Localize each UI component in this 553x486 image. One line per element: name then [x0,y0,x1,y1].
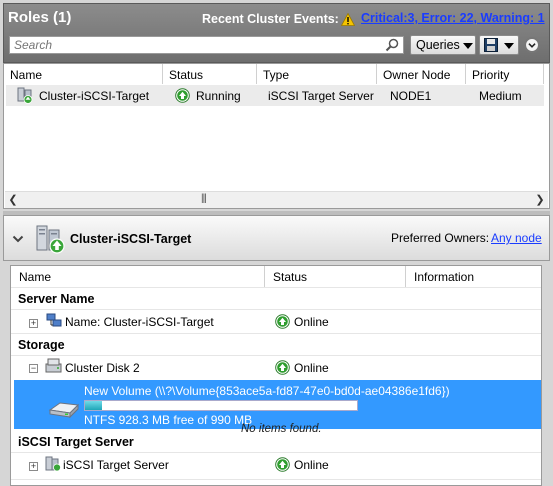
queries-label: Queries [416,38,460,52]
group-storage: Storage [18,338,65,352]
divider [11,333,541,334]
scroll-left-icon[interactable]: ❮ [5,192,21,208]
scroll-thumb-grip[interactable]: ||| [201,193,207,204]
collapse-icon[interactable] [524,37,540,53]
divider [11,452,541,453]
server-name-status: Online [294,315,329,329]
iscsi-target-server-status: Online [294,458,329,472]
running-status-icon [175,88,190,103]
volume-usage-fill [85,401,102,410]
save-icon [484,38,498,52]
column-header-name[interactable]: Name [11,266,265,287]
chevron-down-icon[interactable] [12,235,24,243]
search-box[interactable] [9,36,404,54]
collapse-icon[interactable]: − [29,364,38,373]
role-status: Running [196,89,241,103]
resources-table: Name Status Information Server Name + Na… [10,265,542,486]
chevron-down-icon [463,43,473,49]
column-header-information[interactable]: Information [406,266,541,287]
table-row[interactable]: Cluster-iSCSI-Target Running iSCSI Targe… [6,85,544,106]
cluster-disk-status: Online [294,361,329,375]
details-title: Cluster-iSCSI-Target [70,232,192,246]
role-owner-node: NODE1 [390,89,432,103]
role-name: Cluster-iSCSI-Target [39,89,150,103]
iscsi-server-icon [45,456,61,472]
column-header-status[interactable]: Status [265,266,406,287]
preferred-owners-link[interactable]: Any node [491,231,542,245]
column-header-status[interactable]: Status [163,64,257,84]
chevron-down-icon [504,43,514,49]
volume-name: New Volume (\\?\Volume{853ace5a-fd87-47e… [84,384,450,398]
cluster-disk-item[interactable]: Cluster Disk 2 [65,361,140,375]
roles-table: Name Status Type Owner Node Priority Clu… [3,63,550,209]
recent-events-label: Recent Cluster Events: [202,12,339,26]
cluster-disk-icon [45,358,62,373]
cluster-role-icon [17,87,33,104]
group-server-name: Server Name [18,292,95,306]
cluster-events-link[interactable]: Critical:3, Error: 22, Warning: 1 [361,11,545,25]
search-icon[interactable] [385,38,399,52]
divider [11,355,541,356]
cluster-role-icon [36,225,65,254]
column-header-type[interactable]: Type [257,64,377,84]
column-header-name[interactable]: Name [4,64,163,84]
online-status-icon [275,360,290,375]
no-items-message: No items found. [241,423,322,435]
save-query-button[interactable] [479,35,519,55]
queries-button[interactable]: Queries [410,35,476,55]
preferred-owners-label: Preferred Owners: [391,231,490,245]
role-priority: Medium [479,89,522,103]
network-name-icon [46,313,62,327]
horizontal-scrollbar[interactable]: ❮ ||| ❯ [5,191,548,208]
divider [11,479,541,480]
column-header-priority[interactable]: Priority [466,64,544,84]
divider [11,287,541,288]
expand-icon[interactable]: + [29,319,38,328]
group-iscsi-target-server: iSCSI Target Server [18,435,134,449]
scroll-right-icon[interactable]: ❯ [532,192,548,208]
column-header-owner-node[interactable]: Owner Node [377,64,466,84]
online-status-icon [275,457,290,472]
role-type: iSCSI Target Server [268,89,374,103]
warning-icon [341,13,355,26]
iscsi-target-server-item[interactable]: iSCSI Target Server [63,458,169,472]
server-name-item[interactable]: Name: Cluster-iSCSI-Target [65,315,214,329]
online-status-icon [275,314,290,329]
volume-row[interactable]: New Volume (\\?\Volume{853ace5a-fd87-47e… [14,380,541,429]
divider [11,309,541,310]
expand-icon[interactable]: + [29,462,38,471]
roles-title: Roles (1) [8,9,72,26]
search-input[interactable] [14,38,374,52]
volume-free-space: NTFS 928.3 MB free of 990 MB [84,413,253,427]
volume-drive-icon [48,402,80,419]
volume-usage-bar [84,400,358,411]
